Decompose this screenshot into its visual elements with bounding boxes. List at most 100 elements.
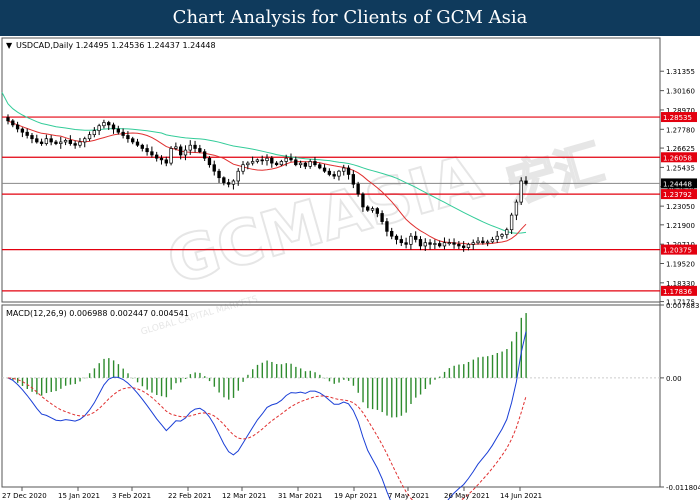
chart-area[interactable]: GCMASIA 宏汇 GLOBAL CAPITAL MARKETS ▼ USDC… [0, 36, 700, 504]
macd-histogram-bar [271, 361, 273, 378]
macd-histogram-bar [309, 370, 311, 378]
macd-histogram-bar [290, 363, 292, 378]
macd-histogram-bar [127, 373, 129, 378]
candle-body [313, 161, 317, 166]
macd-histogram-bar [184, 377, 187, 379]
macd-histogram-bar [175, 377, 177, 384]
candle-body [505, 229, 509, 235]
candle-body [428, 242, 432, 245]
x-tick-label: 22 Feb 2021 [168, 492, 212, 500]
candle-body [466, 243, 471, 248]
chart-svg[interactable]: GCMASIA 宏汇 GLOBAL CAPITAL MARKETS ▼ USDC… [0, 36, 700, 504]
level-tag-label: 1.20375 [663, 247, 692, 255]
macd-histogram-bar [376, 377, 379, 410]
candle-body [107, 122, 111, 126]
candle-body [121, 131, 125, 136]
candle-body [135, 141, 140, 146]
macd-histogram-bar [371, 377, 374, 410]
candle-body [145, 148, 149, 153]
macd-title: MACD(12,26,9) 0.006988 0.002447 0.004541 [6, 309, 189, 318]
candle-body [318, 164, 322, 169]
macd-histogram-bar [448, 368, 451, 378]
macd-histogram-bar [199, 372, 201, 378]
x-tick-label: 12 Mar 2021 [222, 492, 266, 500]
macd-y-tick-label: -0.011804 [666, 484, 700, 492]
candle-body [83, 138, 87, 143]
macd-histogram-bar [381, 377, 383, 413]
dropdown-triangle-icon[interactable]: ▼ [6, 41, 13, 50]
x-tick-label: 19 Apr 2021 [334, 492, 377, 500]
macd-histogram-bar [170, 377, 172, 390]
banner-title: Chart Analysis for Clients of GCM Asia [0, 0, 700, 36]
price-chart-title: USDCAD,Daily 1.24495 1.24536 1.24437 1.2… [16, 41, 216, 50]
macd-histogram-bar [439, 376, 441, 378]
y-tick-label: 1.27780 [666, 126, 695, 134]
candle-body [159, 157, 164, 161]
macd-histogram-bar [482, 356, 484, 378]
candle-body [111, 124, 116, 130]
macd-y-tick-label: 0.007883 [666, 302, 699, 310]
macd-histogram-bar [256, 364, 259, 378]
macd-histogram-bar [112, 360, 115, 378]
candle-body [260, 159, 264, 162]
macd-histogram-bar [501, 351, 503, 378]
macd-histogram-bar [391, 377, 393, 418]
level-tag-label: 1.17836 [663, 288, 692, 296]
candle-body [222, 177, 226, 183]
candle-body [265, 157, 269, 162]
candle-body [308, 161, 312, 167]
macd-histogram-bar [204, 376, 206, 378]
macd-histogram-bar [151, 377, 153, 393]
macd-histogram-bar [472, 359, 475, 378]
macd-histogram-bar [347, 377, 350, 381]
macd-histogram-bar [419, 377, 422, 395]
candle-body [284, 157, 288, 162]
macd-histogram-bar [69, 377, 72, 385]
candle-body [356, 183, 360, 195]
macd-histogram-bar [266, 360, 268, 378]
macd-histogram-bar [285, 363, 287, 378]
macd-histogram-bar [395, 377, 398, 418]
candle-body [270, 157, 274, 164]
candle-body [481, 240, 485, 244]
macd-histogram-bar [108, 358, 110, 378]
candle-body [414, 235, 418, 240]
candle-body [476, 240, 480, 244]
candle-body [155, 154, 159, 159]
candle-body [332, 174, 336, 177]
candle-body [169, 148, 173, 164]
macd-histogram-bar [405, 377, 407, 413]
candle-body [25, 131, 29, 136]
macd-histogram-bar [247, 374, 249, 378]
macd-histogram-bar [26, 377, 28, 390]
x-tick-label: 31 Mar 2021 [278, 492, 322, 500]
candle-body [164, 159, 168, 164]
macd-histogram-bar [443, 371, 446, 378]
macd-histogram-bar [160, 377, 163, 397]
candle-body [322, 167, 327, 172]
macd-histogram-bar [295, 366, 297, 378]
macd-histogram-bar [477, 357, 479, 378]
candle-body [509, 214, 514, 231]
macd-histogram-bar [261, 362, 264, 378]
candle-body [342, 167, 346, 172]
macd-histogram-bar [252, 369, 254, 378]
macd-histogram-bar [434, 377, 436, 380]
candle-body [126, 135, 130, 140]
macd-histogram-bar [64, 377, 67, 386]
level-tag-label: 1.23792 [663, 191, 692, 199]
y-tick-label: 1.21900 [666, 222, 695, 230]
x-tick-label: 3 Feb 2021 [112, 492, 151, 500]
candle-body [404, 242, 408, 245]
macd-histogram-bar [84, 377, 86, 379]
candle-body [303, 162, 308, 167]
candle-body [390, 230, 394, 237]
candle-body [418, 239, 423, 247]
candle-body [519, 180, 523, 203]
macd-histogram-bar [93, 368, 96, 378]
candle-body [183, 149, 188, 156]
macd-histogram-bar [299, 368, 302, 378]
candle-body [514, 201, 519, 216]
candle-body [375, 208, 379, 214]
candle-body [294, 159, 298, 166]
